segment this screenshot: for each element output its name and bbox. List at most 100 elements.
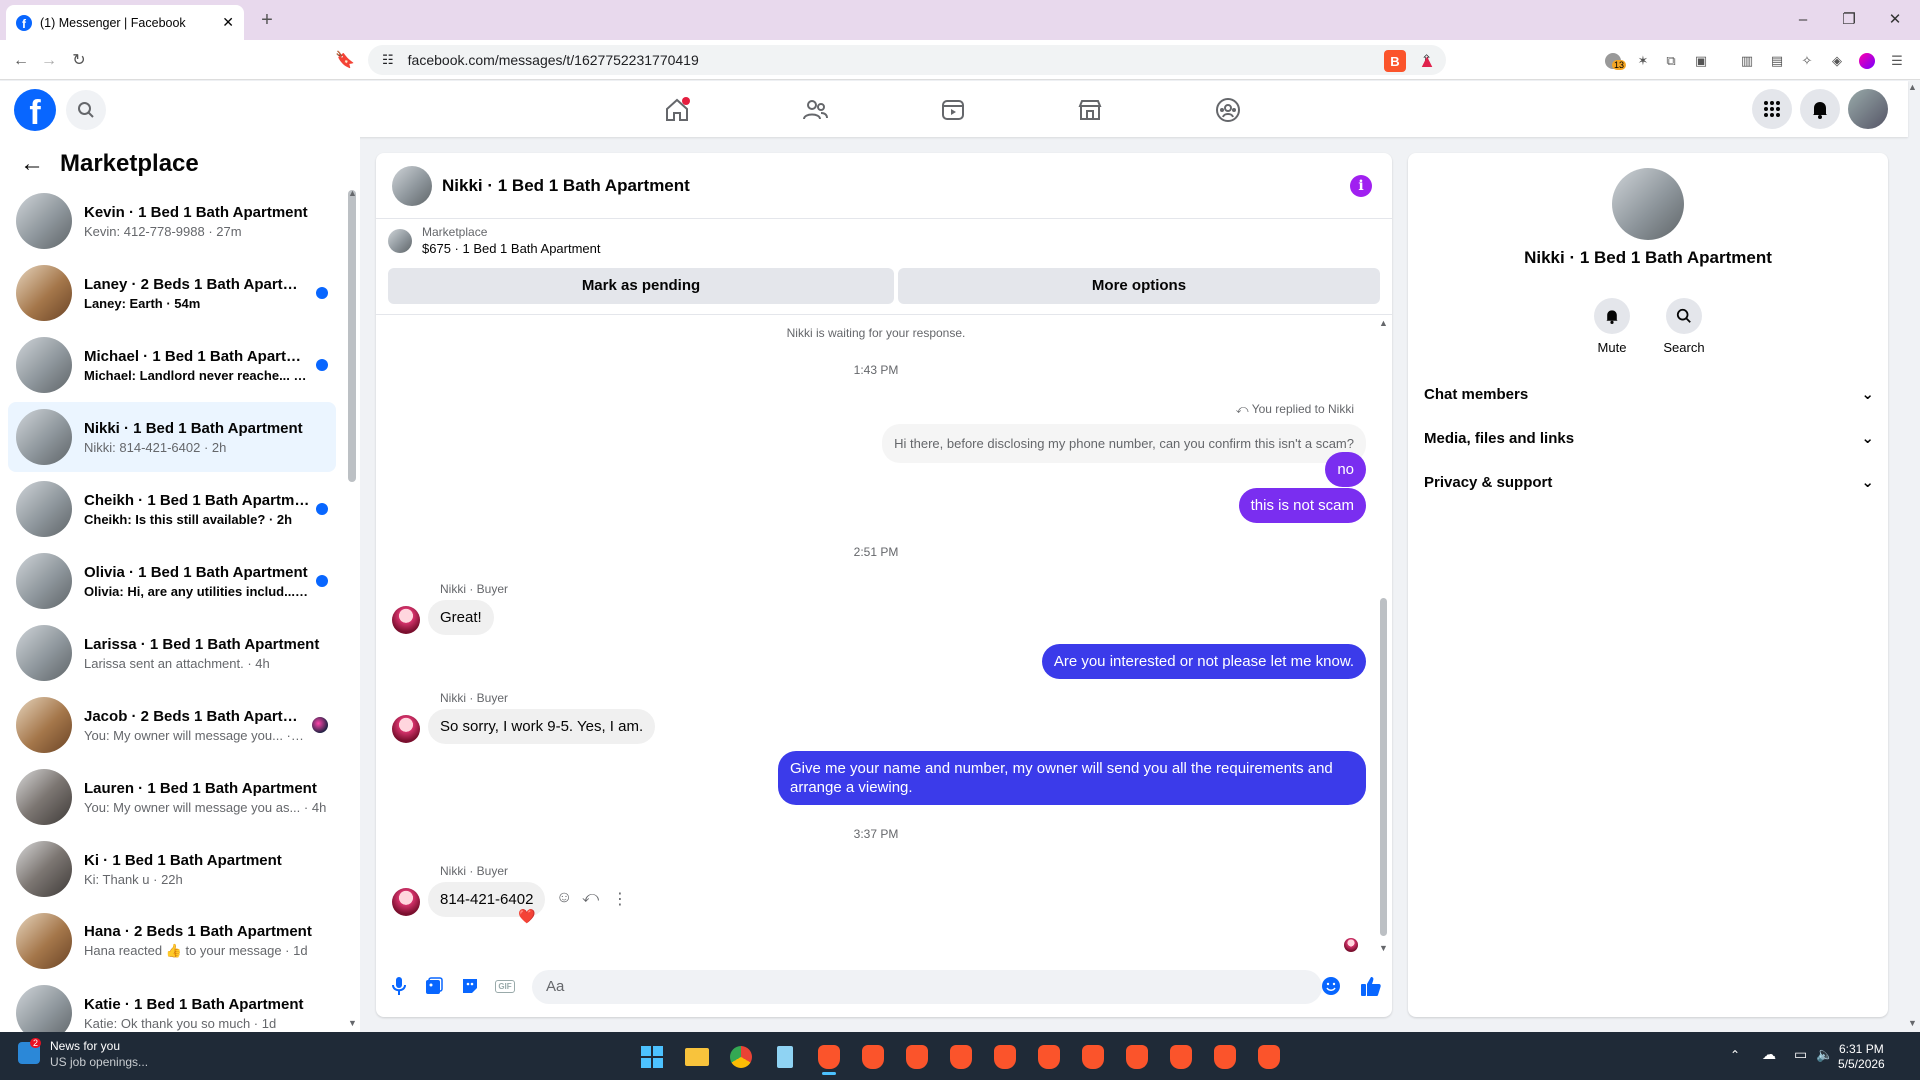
- quoted-message[interactable]: Hi there, before disclosing my phone num…: [882, 424, 1366, 463]
- chat-scrollbar[interactable]: [1380, 598, 1387, 936]
- address-bar[interactable]: ☷ facebook.com/messages/t/16277522317704…: [368, 45, 1446, 75]
- menu-icon[interactable]: ☰: [1886, 50, 1908, 72]
- info-icon[interactable]: i: [1350, 175, 1372, 197]
- conversation-item[interactable]: Cheikh · 1 Bed 1 Bath Apartment Cheikh: I…: [8, 474, 336, 544]
- media-files-links-section[interactable]: Media, files and links ⌄: [1424, 420, 1874, 456]
- chat-members-section[interactable]: Chat members ⌄: [1424, 376, 1874, 412]
- profile-icon[interactable]: [1856, 50, 1878, 72]
- marketplace-icon[interactable]: [1034, 90, 1146, 130]
- privacy-support-section[interactable]: Privacy & support ⌄: [1424, 464, 1874, 500]
- notepad-icon[interactable]: [768, 1040, 802, 1074]
- gif-icon[interactable]: GIF: [494, 975, 516, 997]
- reply-action-icon[interactable]: ⤺: [582, 889, 599, 907]
- scroll-up-icon[interactable]: ▲: [348, 188, 357, 198]
- extensions-puzzle-icon[interactable]: ⧉: [1660, 50, 1682, 72]
- news-widget[interactable]: News for you US job openings...: [50, 1038, 148, 1070]
- incoming-message[interactable]: Great!: [428, 600, 494, 635]
- news-widget-icon[interactable]: 2: [18, 1038, 42, 1064]
- sidebar-icon[interactable]: ▥: [1736, 50, 1758, 72]
- translate-icon[interactable]: ✶: [1632, 50, 1654, 72]
- brave-shields-icon[interactable]: B: [1384, 50, 1406, 72]
- microphone-icon[interactable]: [388, 975, 410, 997]
- conversation-item[interactable]: Jacob · 2 Beds 1 Bath Apartme... You: My …: [8, 690, 336, 760]
- outgoing-message[interactable]: no: [1325, 452, 1366, 487]
- brave-window-icon[interactable]: [1076, 1040, 1110, 1074]
- scroll-down-icon[interactable]: ▼: [348, 1018, 357, 1028]
- conversation-item[interactable]: Hana · 2 Beds 1 Bath Apartment Hana react…: [8, 906, 336, 976]
- more-options-button[interactable]: More options: [898, 268, 1380, 304]
- listing-summary[interactable]: Marketplace $675 · 1 Bed 1 Bath Apartmen…: [388, 225, 601, 256]
- sticker-icon[interactable]: [459, 975, 481, 997]
- conversation-item[interactable]: Nikki · 1 Bed 1 Bath Apartment Nikki: 814…: [8, 402, 336, 472]
- conversation-list-scrollbar[interactable]: [348, 190, 356, 482]
- screenshot-icon[interactable]: ▣: [1690, 50, 1712, 72]
- new-tab-icon[interactable]: +: [256, 9, 278, 31]
- brave-window-icon[interactable]: [1164, 1040, 1198, 1074]
- groups-icon[interactable]: [1172, 90, 1284, 130]
- chrome-icon[interactable]: [724, 1040, 758, 1074]
- brave-window-icon[interactable]: [1120, 1040, 1154, 1074]
- emoji-icon[interactable]: [1320, 975, 1342, 997]
- mute-button[interactable]: Mute: [1582, 298, 1642, 355]
- buyer-avatar[interactable]: [392, 606, 420, 634]
- page-scroll-up-icon[interactable]: ▲: [1908, 82, 1917, 92]
- back-icon[interactable]: ←: [10, 50, 32, 72]
- outgoing-message[interactable]: this is not scam: [1238, 488, 1366, 523]
- bookmark-icon[interactable]: 🔖: [334, 50, 356, 72]
- brave-window-icon[interactable]: [856, 1040, 890, 1074]
- facebook-logo-icon[interactable]: f: [14, 89, 56, 131]
- brave-window-icon[interactable]: [944, 1040, 978, 1074]
- more-actions-icon[interactable]: ⋮: [612, 889, 628, 909]
- onedrive-icon[interactable]: ☁: [1762, 1046, 1776, 1063]
- outgoing-message[interactable]: Are you interested or not please let me …: [1041, 644, 1366, 679]
- system-clock[interactable]: 6:31 PM 5/5/2026: [1838, 1042, 1885, 1072]
- conversation-item[interactable]: Lauren · 1 Bed 1 Bath Apartment You: My o…: [8, 762, 336, 832]
- start-icon[interactable]: [635, 1040, 669, 1074]
- scroll-up-icon[interactable]: ▲: [1379, 318, 1388, 328]
- photo-icon[interactable]: [423, 975, 445, 997]
- account-avatar[interactable]: [1848, 89, 1888, 129]
- leo-ai-icon[interactable]: ✧: [1796, 50, 1818, 72]
- heart-reaction[interactable]: ❤️: [518, 908, 535, 925]
- wallet-icon[interactable]: ▤: [1766, 50, 1788, 72]
- conversation-item[interactable]: Larissa · 1 Bed 1 Bath Apartment Larissa …: [8, 618, 336, 688]
- brave-rewards-icon[interactable]: ▲: [1416, 50, 1438, 72]
- brave-window-icon[interactable]: [988, 1040, 1022, 1074]
- home-icon[interactable]: [621, 90, 733, 130]
- restore-icon[interactable]: ❐: [1834, 8, 1864, 32]
- brave-window-icon[interactable]: [1252, 1040, 1286, 1074]
- volume-icon[interactable]: 🔈: [1816, 1046, 1833, 1063]
- thumbs-up-icon[interactable]: [1360, 975, 1382, 997]
- facebook-search-icon[interactable]: [66, 90, 106, 130]
- conversation-item[interactable]: Laney · 2 Beds 1 Bath Apartment Laney: Ea…: [8, 258, 336, 328]
- message-input[interactable]: Aa: [532, 970, 1322, 1004]
- incoming-message[interactable]: So sorry, I work 9-5. Yes, I am.: [428, 709, 656, 744]
- chat-header[interactable]: Nikki · 1 Bed 1 Bath Apartment: [376, 153, 1392, 219]
- site-info-icon[interactable]: ☷: [382, 52, 394, 68]
- conversation-item[interactable]: Ki · 1 Bed 1 Bath Apartment Ki: Thank u ·…: [8, 834, 336, 904]
- scroll-down-icon[interactable]: ▼: [1379, 943, 1388, 953]
- reload-icon[interactable]: ↻: [68, 50, 90, 72]
- buyer-avatar[interactable]: [392, 888, 420, 916]
- notifications-bell-icon[interactable]: [1800, 89, 1840, 129]
- outgoing-message[interactable]: Give me your name and number, my owner w…: [778, 751, 1366, 805]
- forward-icon[interactable]: →: [38, 50, 60, 72]
- conversation-item[interactable]: Kevin · 1 Bed 1 Bath Apartment Kevin: 412…: [8, 186, 336, 256]
- close-window-icon[interactable]: ✕: [1880, 8, 1910, 32]
- search-button[interactable]: Search: [1654, 298, 1714, 355]
- brave-window-icon[interactable]: [1032, 1040, 1066, 1074]
- extension-icon[interactable]: 13: [1602, 50, 1627, 72]
- brave-window-icon[interactable]: [812, 1040, 846, 1075]
- network-icon[interactable]: ▭: [1794, 1046, 1807, 1063]
- file-explorer-icon[interactable]: [680, 1040, 714, 1074]
- brave-window-icon[interactable]: [1208, 1040, 1242, 1074]
- back-arrow-icon[interactable]: ←: [20, 150, 44, 178]
- conversation-item[interactable]: Michael · 1 Bed 1 Bath Apartm... Michael:…: [8, 330, 336, 400]
- tray-chevron-icon[interactable]: ⌃: [1730, 1048, 1740, 1062]
- close-tab-icon[interactable]: ✕: [222, 14, 234, 31]
- react-icon[interactable]: ☺: [556, 889, 572, 907]
- vpn-icon[interactable]: ◈: [1826, 50, 1848, 72]
- friends-icon[interactable]: [759, 90, 871, 130]
- page-scroll-down-icon[interactable]: ▼: [1908, 1018, 1917, 1028]
- menu-grid-icon[interactable]: [1752, 89, 1792, 129]
